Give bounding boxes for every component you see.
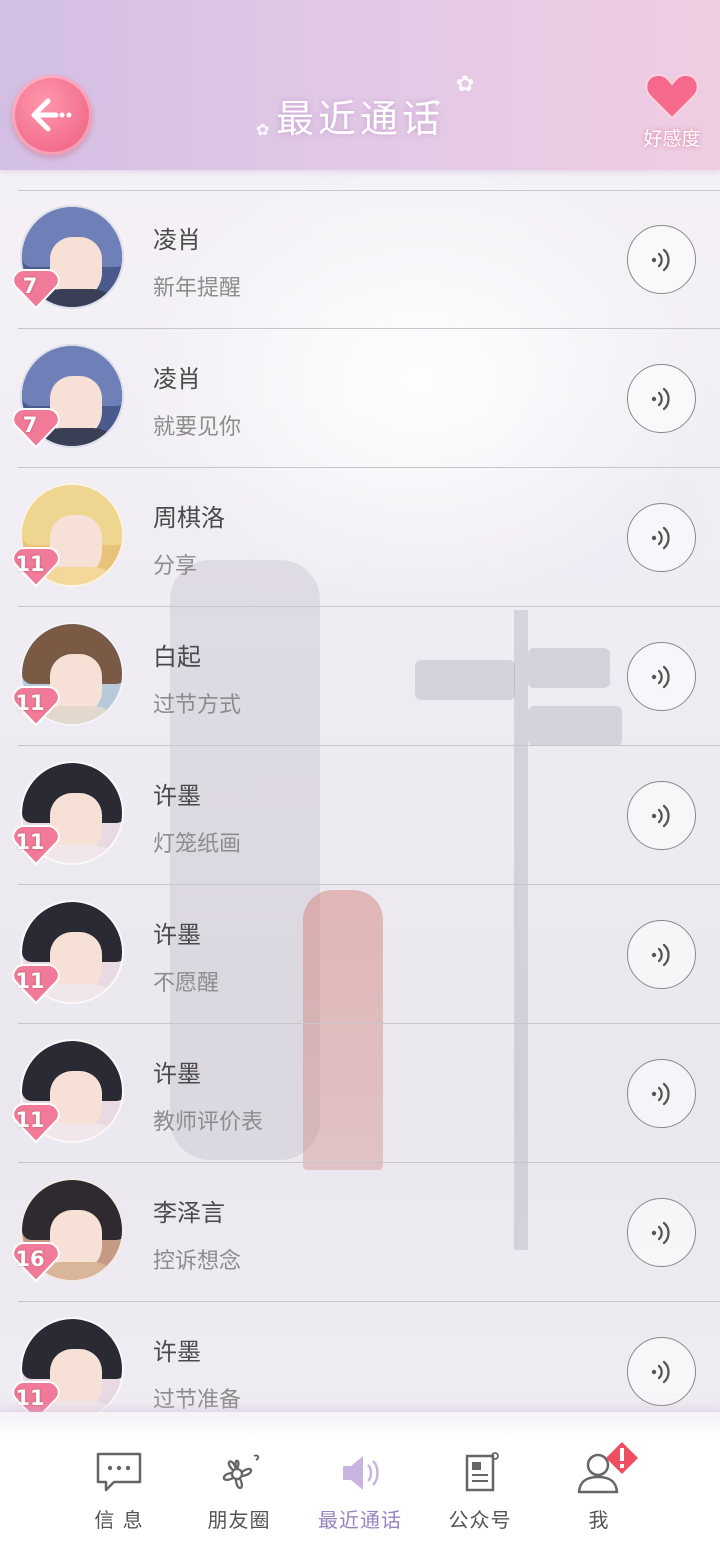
call-topic: 过节方式	[153, 693, 242, 718]
recent-calls-list: 7 凌肖 新年提醒 7 凌肖 就要见你 11 周棋洛 分享 11 白起 过节方式…	[0, 190, 720, 1412]
call-topic: 灯笼纸画	[153, 832, 242, 857]
list-item[interactable]: 11 周棋洛 分享	[0, 468, 720, 607]
play-call-button[interactable]	[627, 1059, 696, 1128]
play-call-button[interactable]	[627, 503, 696, 572]
nav-label: 信 息	[94, 1508, 144, 1532]
speaker-icon	[343, 1456, 379, 1490]
play-call-button[interactable]	[627, 920, 696, 989]
sound-wave-icon	[651, 1360, 670, 1383]
favor-button[interactable]: 好感度	[634, 70, 710, 160]
affinity-level: 11	[15, 1386, 45, 1410]
call-topic: 控诉想念	[153, 1249, 242, 1274]
alert-icon	[606, 1442, 638, 1474]
affinity-level: 11	[15, 1108, 45, 1132]
sound-wave-icon	[651, 804, 670, 827]
caller-name: 许墨	[153, 1060, 201, 1088]
favor-label: 好感度	[643, 128, 701, 150]
play-call-button[interactable]	[627, 225, 696, 294]
affinity-level: 11	[15, 552, 45, 576]
nav-label: 公众号	[448, 1508, 512, 1532]
list-item[interactable]: 16 李泽言 控诉想念	[0, 1163, 720, 1302]
call-topic: 就要见你	[153, 415, 242, 440]
caller-name: 周棋洛	[153, 504, 225, 532]
nav-item-me[interactable]: 我	[544, 1442, 654, 1540]
caller-name: 凌肖	[153, 365, 201, 393]
sound-wave-icon	[651, 248, 670, 271]
sound-wave-icon	[651, 1082, 670, 1105]
list-item[interactable]: 11 许墨 不愿醒	[0, 885, 720, 1024]
list-item[interactable]: 11 许墨 过节准备	[0, 1302, 720, 1412]
call-topic: 新年提醒	[153, 276, 242, 301]
play-call-button[interactable]	[627, 364, 696, 433]
caller-name: 李泽言	[153, 1199, 225, 1227]
caller-name: 白起	[153, 643, 201, 671]
call-topic: 教师评价表	[153, 1110, 264, 1135]
list-item[interactable]: 11 许墨 教师评价表	[0, 1024, 720, 1163]
caller-name: 许墨	[153, 921, 201, 949]
caller-name: 许墨	[153, 1338, 201, 1366]
affinity-level: 11	[15, 830, 45, 854]
caller-name: 凌肖	[153, 226, 201, 254]
sparkle-icon: ✿	[256, 120, 270, 139]
heart-icon	[645, 73, 699, 120]
list-item[interactable]: 11 白起 过节方式	[0, 607, 720, 746]
play-call-button[interactable]	[627, 1198, 696, 1267]
nav-label: 朋友圈	[207, 1508, 271, 1532]
header-bar: 最近通话 ✿ ✿ ✦ 好感度	[0, 0, 720, 170]
caller-name: 许墨	[153, 782, 201, 810]
flower-icon	[222, 1454, 260, 1490]
sound-wave-icon	[651, 1221, 670, 1244]
chat-bubble-icon	[96, 1452, 142, 1492]
sound-wave-icon	[651, 943, 670, 966]
affinity-level: 7	[22, 274, 38, 298]
affinity-level: 11	[15, 691, 45, 715]
play-call-button[interactable]	[627, 642, 696, 711]
nav-item-official-accounts[interactable]: 公众号	[425, 1450, 535, 1540]
bottom-navigation: 信 息 朋友圈 最近通话 公众号 我	[0, 1412, 720, 1560]
affinity-level: 11	[15, 969, 45, 993]
page-title: 最近通话	[275, 97, 444, 141]
sound-wave-icon	[651, 665, 670, 688]
nav-item-messages[interactable]: 信 息	[64, 1450, 174, 1540]
affinity-level: 16	[15, 1247, 45, 1271]
play-call-button[interactable]	[627, 781, 696, 850]
nav-label: 我	[588, 1508, 610, 1532]
affinity-level: 7	[22, 413, 38, 437]
nav-item-moments[interactable]: 朋友圈	[184, 1450, 294, 1540]
newspaper-icon	[465, 1452, 499, 1492]
nav-item-recent-calls[interactable]: 最近通话	[305, 1450, 415, 1540]
call-topic: 不愿醒	[153, 971, 220, 996]
play-call-button[interactable]	[627, 1337, 696, 1406]
sparkle-icon: ✦	[432, 96, 443, 110]
list-item[interactable]: 7 凌肖 就要见你	[0, 329, 720, 468]
sound-wave-icon	[651, 387, 670, 410]
list-item[interactable]: 7 凌肖 新年提醒	[0, 190, 720, 329]
sparkle-icon: ✿	[456, 72, 475, 97]
sound-wave-icon	[651, 526, 670, 549]
call-topic: 过节准备	[153, 1388, 242, 1412]
call-topic: 分享	[153, 554, 198, 579]
nav-label: 最近通话	[318, 1508, 402, 1532]
list-item[interactable]: 11 许墨 灯笼纸画	[0, 746, 720, 885]
